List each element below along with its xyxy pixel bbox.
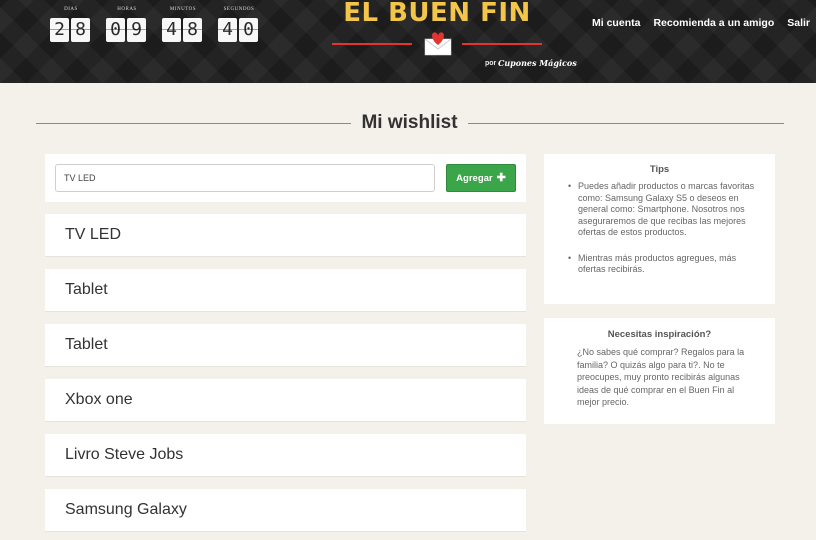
- page-title: Mi wishlist: [361, 112, 458, 133]
- countdown-value: 40: [218, 18, 260, 42]
- logo-divider-left: [332, 43, 412, 45]
- countdown-label: HORAS: [117, 7, 137, 12]
- add-button-label: Agregar: [456, 172, 493, 184]
- el-buen-fin-logo[interactable]: EL BUEN FIN por Cupones Mágicos: [332, 0, 577, 83]
- wishlist-item[interactable]: Livro Steve Jobs: [45, 434, 526, 477]
- logo-by-text: por: [485, 60, 497, 67]
- countdown-value: 48: [162, 18, 204, 42]
- bullet-icon: •: [568, 181, 572, 191]
- plus-icon: ✚: [496, 171, 506, 184]
- countdown-label: MINUTOS: [169, 7, 197, 12]
- wishlist-item[interactable]: Xbox one: [45, 379, 526, 422]
- add-item-form: Agregar ✚: [45, 154, 526, 202]
- inspiration-title: Necesitas inspiración?: [607, 329, 712, 340]
- countdown-digit: 0: [239, 18, 258, 42]
- countdown-days: DIAS 28: [50, 6, 92, 42]
- tips-title: Tips: [649, 164, 670, 175]
- wishlist-item[interactable]: Samsung Galaxy: [45, 489, 526, 532]
- title-divider-right: [468, 123, 784, 124]
- countdown-digit: 8: [183, 18, 202, 42]
- envelope-heart-icon: [424, 32, 452, 56]
- title-divider-left: [36, 123, 351, 124]
- nav-mi-cuenta[interactable]: Mi cuenta: [592, 17, 640, 29]
- nav-recomienda-amigo[interactable]: Recomienda a un amigo: [653, 17, 774, 29]
- cupones-magicos-brand: Cupones Mágicos: [498, 58, 577, 68]
- wishlist-item-input[interactable]: [55, 164, 435, 192]
- countdown-hours: HORAS 09: [106, 6, 148, 42]
- tip-text: Mientras más productos agregues, más ofe…: [578, 252, 737, 275]
- top-nav: Mi cuenta Recomienda a un amigo Salir: [579, 17, 810, 29]
- logo-title: EL BUEN FIN: [343, 0, 531, 28]
- inspiration-text: ¿No sabes qué comprar? Regalos para la f…: [577, 347, 745, 407]
- countdown-digit: 2: [50, 18, 69, 42]
- wishlist-item[interactable]: Tablet: [45, 269, 526, 312]
- wishlist: TV LED Tablet Tablet Xbox one Livro Stev…: [45, 214, 526, 540]
- logo-divider-right: [462, 43, 542, 45]
- wishlist-item[interactable]: Tablet: [45, 324, 526, 367]
- countdown-timer: DIAS 28 HORAS 09 MINUTOS 48 SEGUNDOS 40: [50, 6, 274, 42]
- add-button[interactable]: Agregar ✚: [446, 164, 516, 192]
- countdown-minutes: MINUTOS 48: [162, 6, 204, 42]
- countdown-label: DIAS: [64, 7, 78, 12]
- countdown-label: SEGUNDOS: [223, 7, 255, 12]
- countdown-value: 28: [50, 18, 92, 42]
- countdown-digit: 0: [106, 18, 125, 42]
- countdown-digit: 4: [218, 18, 237, 42]
- bullet-icon: •: [568, 252, 572, 263]
- countdown-digit: 8: [71, 18, 90, 42]
- header-bar: DIAS 28 HORAS 09 MINUTOS 48 SEGUNDOS 40 …: [0, 0, 816, 83]
- countdown-digit: 9: [127, 18, 146, 42]
- countdown-digit: 4: [162, 18, 181, 42]
- nav-salir[interactable]: Salir: [787, 17, 810, 29]
- countdown-seconds: SEGUNDOS 40: [218, 6, 260, 42]
- tips-list: • Puedes añadir productos o marcas favor…: [568, 181, 761, 276]
- inspiration-panel: Necesitas inspiración? ¿No sabes qué com…: [544, 318, 775, 424]
- tips-panel: Tips • Puedes añadir productos o marcas …: [544, 154, 775, 304]
- countdown-value: 09: [106, 18, 148, 42]
- page-title-row: Mi wishlist: [36, 111, 784, 135]
- wishlist-item[interactable]: TV LED: [45, 214, 526, 257]
- tip-text: Puedes añadir productos o marcas favorit…: [578, 181, 755, 237]
- tip-item: • Puedes añadir productos o marcas favor…: [568, 181, 761, 239]
- tip-item: • Mientras más productos agregues, más o…: [568, 253, 761, 276]
